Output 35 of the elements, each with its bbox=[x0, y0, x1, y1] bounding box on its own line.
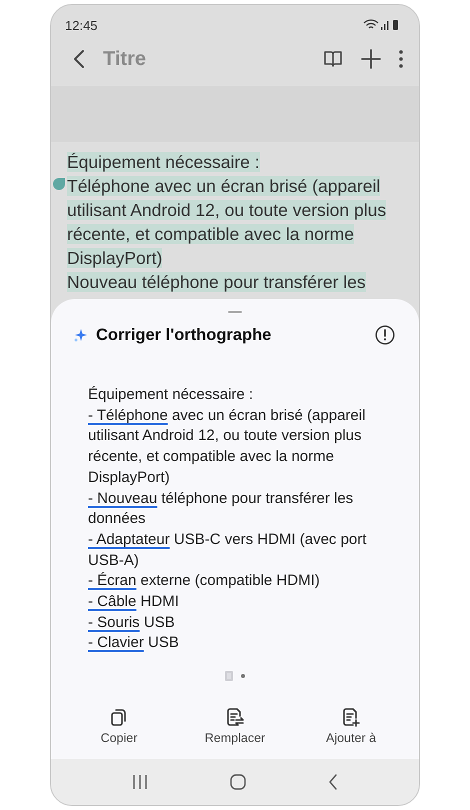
action-button[interactable]: Remplacer bbox=[185, 707, 285, 745]
book-icon[interactable] bbox=[323, 50, 343, 68]
corrected-text: Équipement nécessaire : bbox=[88, 385, 254, 405]
more-icon[interactable] bbox=[399, 50, 403, 68]
back-icon[interactable] bbox=[328, 774, 338, 790]
sheet-title: Corriger l'orthographe bbox=[96, 326, 272, 344]
status-time: 12:45 bbox=[65, 18, 98, 32]
recent-apps-icon[interactable] bbox=[132, 774, 148, 790]
note-text: Téléphone avec un écran brisé (appareil bbox=[67, 176, 380, 196]
page-dot bbox=[241, 674, 245, 678]
document-swap-icon bbox=[225, 707, 245, 727]
action-button[interactable]: Copier bbox=[69, 707, 169, 745]
document-add-icon bbox=[341, 707, 361, 727]
sparkle-icon bbox=[73, 328, 88, 342]
corrected-text: - Clavier USB bbox=[88, 633, 180, 654]
corrected-text: - Adaptateur USB-C vers HDMI (avec port USB-A) bbox=[88, 530, 368, 571]
note-text: Nouveau téléphone pour transférer les bbox=[67, 272, 366, 292]
corrected-text: - Nouveau téléphone pour transférer les données bbox=[88, 488, 354, 530]
corrected-text: - Écran externe (compatible HDMI) bbox=[88, 571, 321, 592]
info-icon[interactable] bbox=[375, 325, 395, 345]
corrected-text: - Souris USB bbox=[88, 612, 176, 633]
action-button[interactable]: Ajouter à bbox=[301, 707, 401, 745]
corrected-text: - Téléphone avec un écran brisé (appareil utilisant Android 12, ou toute version plus récente, et compatible avec la norme DisplayPort) bbox=[88, 406, 366, 488]
home-icon[interactable] bbox=[230, 774, 246, 790]
note-text: Équipement nécessaire : bbox=[67, 152, 260, 172]
note-text: DisplayPort) bbox=[67, 248, 162, 268]
page-indicator-icon bbox=[225, 671, 233, 681]
back-button[interactable] bbox=[73, 49, 85, 69]
copy-icon bbox=[110, 707, 128, 727]
plus-icon[interactable] bbox=[361, 49, 381, 69]
selection-handle[interactable] bbox=[53, 178, 65, 190]
note-text: récente, et compatible avec la norme bbox=[67, 224, 354, 244]
note-text: utilisant Android 12, ou toute version plus bbox=[67, 200, 386, 220]
drag-handle[interactable] bbox=[228, 311, 242, 313]
corrected-text: - Câble HDMI bbox=[88, 592, 180, 612]
